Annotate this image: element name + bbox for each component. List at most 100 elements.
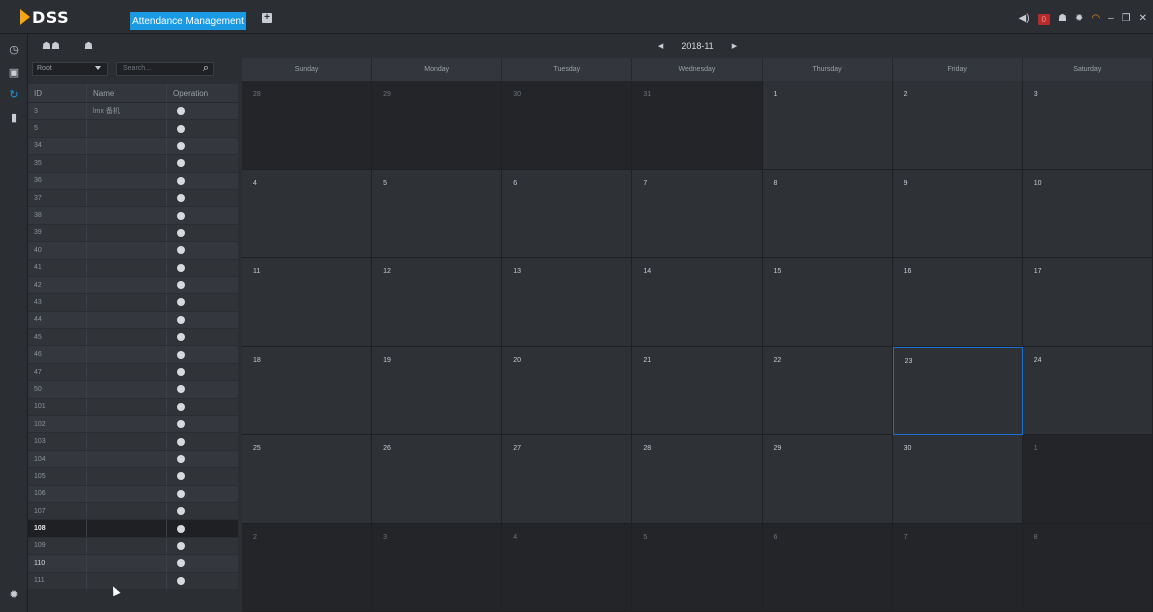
- info-icon[interactable]: [177, 228, 185, 237]
- clipboard-icon[interactable]: ▣: [7, 66, 21, 80]
- calendar-day[interactable]: 20: [502, 346, 633, 435]
- table-row[interactable]: 47: [28, 363, 238, 382]
- search-icon[interactable]: ⌕: [203, 62, 209, 74]
- info-icon[interactable]: [177, 524, 185, 533]
- calendar-day[interactable]: 4: [242, 169, 373, 258]
- info-icon[interactable]: [177, 455, 185, 463]
- info-icon[interactable]: [177, 141, 185, 150]
- sync-icon[interactable]: ↻: [7, 88, 21, 102]
- table-row[interactable]: 35: [28, 155, 238, 173]
- table-row[interactable]: 36: [28, 172, 238, 190]
- info-icon[interactable]: [177, 507, 185, 516]
- calendar-day[interactable]: 13: [502, 258, 633, 347]
- calendar-day[interactable]: 28: [242, 81, 373, 170]
- calendar-day[interactable]: 25: [242, 435, 373, 524]
- info-icon[interactable]: [177, 541, 185, 550]
- person-icon[interactable]: ☗: [84, 41, 93, 52]
- speaker-icon[interactable]: ◀): [1019, 13, 1030, 25]
- info-icon[interactable]: [177, 402, 185, 411]
- info-icon[interactable]: [177, 368, 185, 377]
- calendar-day[interactable]: 14: [632, 258, 763, 347]
- info-icon[interactable]: [177, 298, 185, 307]
- table-row[interactable]: 3 lmx 备机: [28, 103, 238, 121]
- table-row[interactable]: 107: [28, 502, 238, 521]
- info-icon[interactable]: [177, 281, 185, 290]
- info-icon[interactable]: [177, 211, 185, 220]
- calendar-day[interactable]: 2: [892, 81, 1023, 170]
- minimize-icon[interactable]: –: [1108, 13, 1114, 25]
- table-row[interactable]: 34: [28, 137, 238, 156]
- calendar-day[interactable]: 16: [892, 258, 1023, 347]
- table-row[interactable]: 41: [28, 259, 238, 277]
- calendar-day[interactable]: 5: [372, 169, 503, 258]
- table-row[interactable]: 40: [28, 242, 238, 260]
- info-icon[interactable]: [177, 107, 185, 116]
- clock-icon[interactable]: ◷: [7, 43, 21, 57]
- table-row[interactable]: 101: [28, 398, 238, 417]
- tab-attendance-management[interactable]: Attendance Management: [130, 12, 246, 30]
- calendar-day[interactable]: 17: [1022, 258, 1153, 347]
- calendar-day[interactable]: 21: [632, 346, 763, 435]
- table-row[interactable]: 46: [28, 346, 238, 364]
- info-icon[interactable]: [177, 576, 185, 585]
- table-row[interactable]: 39: [28, 224, 238, 243]
- calendar-day[interactable]: 18: [242, 346, 373, 435]
- search-input[interactable]: Search... ⌕: [116, 62, 214, 76]
- calendar-day[interactable]: 7: [892, 523, 1023, 612]
- info-icon[interactable]: [177, 472, 185, 481]
- info-icon[interactable]: [177, 246, 185, 255]
- table-row[interactable]: 38: [28, 207, 238, 225]
- calendar-day[interactable]: 28: [632, 435, 763, 524]
- table-row[interactable]: 43: [28, 294, 238, 312]
- calendar-day[interactable]: 2: [242, 523, 373, 612]
- info-icon[interactable]: [177, 420, 185, 429]
- calendar-day[interactable]: 31: [632, 81, 763, 170]
- info-icon[interactable]: [177, 194, 185, 203]
- table-row[interactable]: 105: [28, 468, 238, 486]
- gauge-icon[interactable]: ◠: [1091, 13, 1100, 25]
- stats-icon[interactable]: ▮: [7, 111, 21, 125]
- calendar-day[interactable]: 15: [762, 258, 893, 347]
- user-icon[interactable]: ☗: [1058, 13, 1067, 25]
- info-icon[interactable]: [177, 159, 185, 168]
- calendar-day[interactable]: 24: [1022, 346, 1153, 435]
- calendar-day[interactable]: 6: [502, 169, 633, 258]
- group-icon[interactable]: ☗☗: [42, 41, 60, 52]
- calendar-day[interactable]: 19: [372, 346, 503, 435]
- calendar-day[interactable]: 27: [502, 435, 633, 524]
- calendar-day[interactable]: 29: [372, 81, 503, 170]
- prev-month-icon[interactable]: ◀: [658, 42, 663, 50]
- info-icon[interactable]: [177, 437, 185, 446]
- calendar-day[interactable]: 30: [892, 435, 1023, 524]
- table-row[interactable]: 104: [28, 450, 238, 469]
- calendar-day[interactable]: 4: [502, 523, 633, 612]
- table-row[interactable]: 106: [28, 485, 238, 503]
- calendar-day[interactable]: 10: [1022, 169, 1153, 258]
- calendar-day[interactable]: 1: [1022, 435, 1153, 524]
- calendar-day[interactable]: 11: [242, 258, 373, 347]
- add-tab-icon[interactable]: +: [262, 13, 272, 23]
- table-row[interactable]: 109: [28, 537, 238, 556]
- restore-icon[interactable]: ❐: [1122, 13, 1131, 25]
- table-row[interactable]: 45: [28, 329, 238, 347]
- calendar-day[interactable]: 6: [762, 523, 893, 612]
- table-row[interactable]: 44: [28, 311, 238, 330]
- info-icon[interactable]: [177, 176, 185, 185]
- info-icon[interactable]: [177, 263, 185, 272]
- column-operation[interactable]: Operation: [167, 84, 238, 102]
- info-icon[interactable]: [177, 559, 185, 568]
- calendar-day[interactable]: 1: [762, 81, 893, 170]
- column-name[interactable]: Name: [87, 84, 167, 102]
- calendar-day[interactable]: 30: [502, 81, 633, 170]
- calendar-day[interactable]: 12: [372, 258, 503, 347]
- table-row[interactable]: 108: [28, 520, 238, 538]
- table-row[interactable]: 103: [28, 433, 238, 451]
- table-row[interactable]: 102: [28, 416, 238, 434]
- table-row[interactable]: 37: [28, 189, 238, 208]
- table-row[interactable]: 42: [28, 276, 238, 295]
- info-icon[interactable]: [177, 489, 185, 498]
- calendar-day[interactable]: 29: [762, 435, 893, 524]
- info-icon[interactable]: [177, 124, 185, 133]
- column-id[interactable]: ID: [28, 84, 87, 102]
- info-icon[interactable]: [177, 385, 185, 394]
